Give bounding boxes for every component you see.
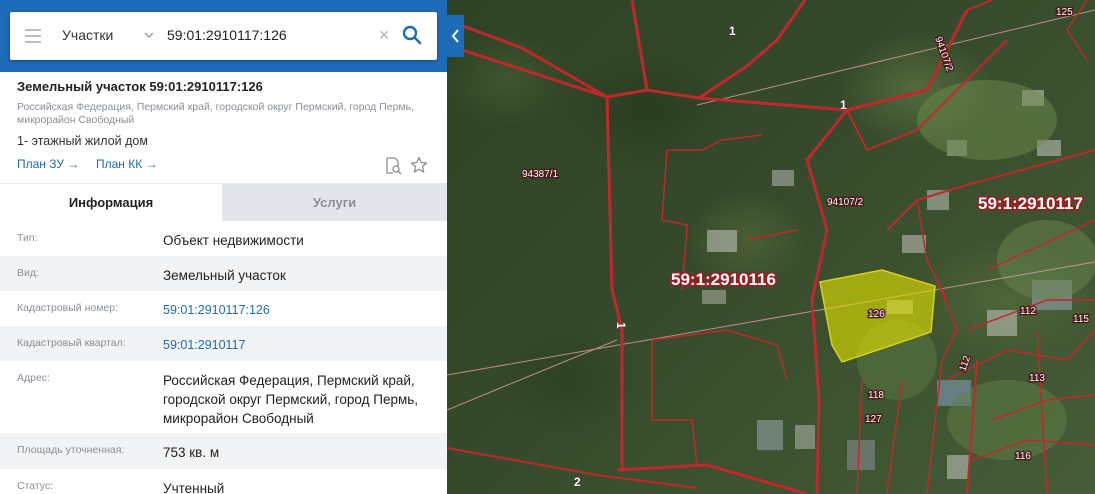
building	[847, 440, 875, 470]
survey-line	[447, 339, 618, 411]
boundary-line	[946, 329, 1095, 381]
map-label-quarter-right: 59:1:2910117	[978, 194, 1083, 213]
map-label-n2: 2	[574, 475, 581, 489]
chevron-left-icon	[451, 29, 459, 43]
building	[987, 310, 1017, 336]
info-key: Статус:	[17, 480, 54, 492]
parcel-title: Земельный участок 59:01:2910117:126	[17, 79, 263, 94]
info-row-cadastral-number: Кадастровый номер: 59:01:2910117:126	[0, 291, 447, 326]
search-bar: Участки 59:01:2910117:126 ×	[0, 0, 447, 72]
info-table: Тип: Объект недвижимости Вид: Земельный …	[0, 221, 447, 494]
tab-bar: Информация Услуги	[0, 183, 447, 222]
map-label-n115: 115	[1073, 314, 1089, 325]
info-row-address: Адрес: Российская Федерация, Пермский кр…	[0, 361, 447, 433]
building	[902, 235, 926, 253]
plan-zu-link[interactable]: План ЗУ →	[17, 157, 79, 171]
map-label-parcel-94387: 94387/1	[522, 169, 559, 180]
map-label-n113: 113	[1029, 373, 1045, 384]
parcel-description: 1- этажный жилой дом	[17, 134, 148, 148]
building	[702, 290, 726, 304]
boundary-line	[886, 149, 1095, 231]
info-value: Учтенный	[163, 481, 225, 494]
map-label-n112a: 112	[1020, 306, 1036, 317]
map-label-n116: 116	[1015, 451, 1031, 462]
garden-area	[917, 80, 1057, 160]
boundary-line	[630, 0, 649, 91]
info-value: Объект недвижимости	[163, 233, 304, 248]
map-label-selected-parcel: 126	[868, 309, 885, 320]
info-key: Кадастровый номер:	[17, 302, 119, 314]
plan-kk-link[interactable]: План КК →	[96, 157, 158, 171]
search-scope-select[interactable]: Участки	[62, 27, 113, 43]
boundary-line	[616, 463, 808, 494]
map-label-n1-top: 1	[729, 24, 736, 38]
boundary-line	[651, 329, 788, 381]
garden-area	[997, 220, 1095, 300]
map-label-quarter-left: 59:1:2910116	[671, 270, 776, 289]
info-value: Земельный участок	[163, 268, 286, 283]
building	[772, 170, 794, 186]
search-box: Участки 59:01:2910117:126 ×	[10, 12, 437, 60]
search-icon[interactable]	[402, 25, 422, 45]
boundary-line	[651, 340, 698, 466]
collapse-panel-button[interactable]	[447, 15, 464, 57]
info-row-cadastral-quarter: Кадастровый квартал: 59:01:2910117	[0, 326, 447, 361]
info-value: 753 кв. м	[163, 445, 220, 460]
map-label-parcel-94107-2: 94107/2	[827, 197, 864, 208]
boundary-line	[667, 134, 763, 151]
info-row-status: Статус: Учтенный	[0, 469, 447, 494]
boundary-line	[966, 0, 993, 11]
map-label-n112b: 112	[957, 354, 973, 373]
cadastral-overlay: 1 1 1 2 94387/1 94107/2 94107/2 126 118 …	[447, 0, 1095, 494]
document-search-icon[interactable]	[384, 157, 402, 175]
building	[947, 455, 969, 479]
info-key: Вид:	[17, 267, 39, 279]
info-row-kind: Вид: Земельный участок	[0, 256, 447, 291]
clear-icon[interactable]: ×	[379, 25, 393, 45]
menu-icon[interactable]	[25, 29, 41, 43]
map-label-n1-mid: 1	[840, 98, 847, 112]
map-label-n125: 125	[1056, 7, 1073, 18]
map-label-n1-vertical: 1	[614, 322, 628, 329]
map-view[interactable]: 1 1 1 2 94387/1 94107/2 94107/2 126 118 …	[447, 0, 1095, 494]
cadastral-number-link[interactable]: 59:01:2910117:126	[163, 301, 438, 320]
building	[795, 425, 815, 449]
info-panel: Участки 59:01:2910117:126 × Земельный уч…	[0, 0, 447, 494]
info-key: Адрес:	[17, 372, 50, 384]
map-label-n118: 118	[868, 390, 884, 401]
boundary-line	[746, 229, 798, 241]
boundary-line	[447, 43, 608, 99]
chevron-down-icon[interactable]	[144, 28, 154, 42]
boundary-line	[447, 0, 807, 100]
cadastral-quarter-link[interactable]: 59:01:2910117	[163, 336, 438, 355]
star-icon[interactable]	[410, 156, 428, 174]
info-key: Тип:	[17, 232, 38, 244]
search-input[interactable]: 59:01:2910117:126	[167, 27, 287, 43]
building	[757, 420, 783, 450]
boundary-line	[605, 96, 624, 470]
boundary-line	[856, 379, 863, 494]
map-label-n127: 127	[865, 414, 882, 425]
building	[707, 230, 737, 252]
info-row-type: Тип: Объект недвижимости	[0, 221, 447, 256]
info-key: Площадь уточненная:	[17, 444, 125, 456]
tab-services[interactable]: Услуги	[222, 184, 447, 222]
tab-information[interactable]: Информация	[0, 184, 222, 222]
parcel-address: Российская Федерация, Пермский край, гор…	[17, 101, 415, 126]
info-key: Кадастровый квартал:	[17, 337, 126, 349]
info-row-area: Площадь уточненная: 753 кв. м	[0, 433, 447, 469]
info-value: Российская Федерация, Пермский край, гор…	[163, 373, 419, 426]
boundary-line	[661, 149, 688, 291]
